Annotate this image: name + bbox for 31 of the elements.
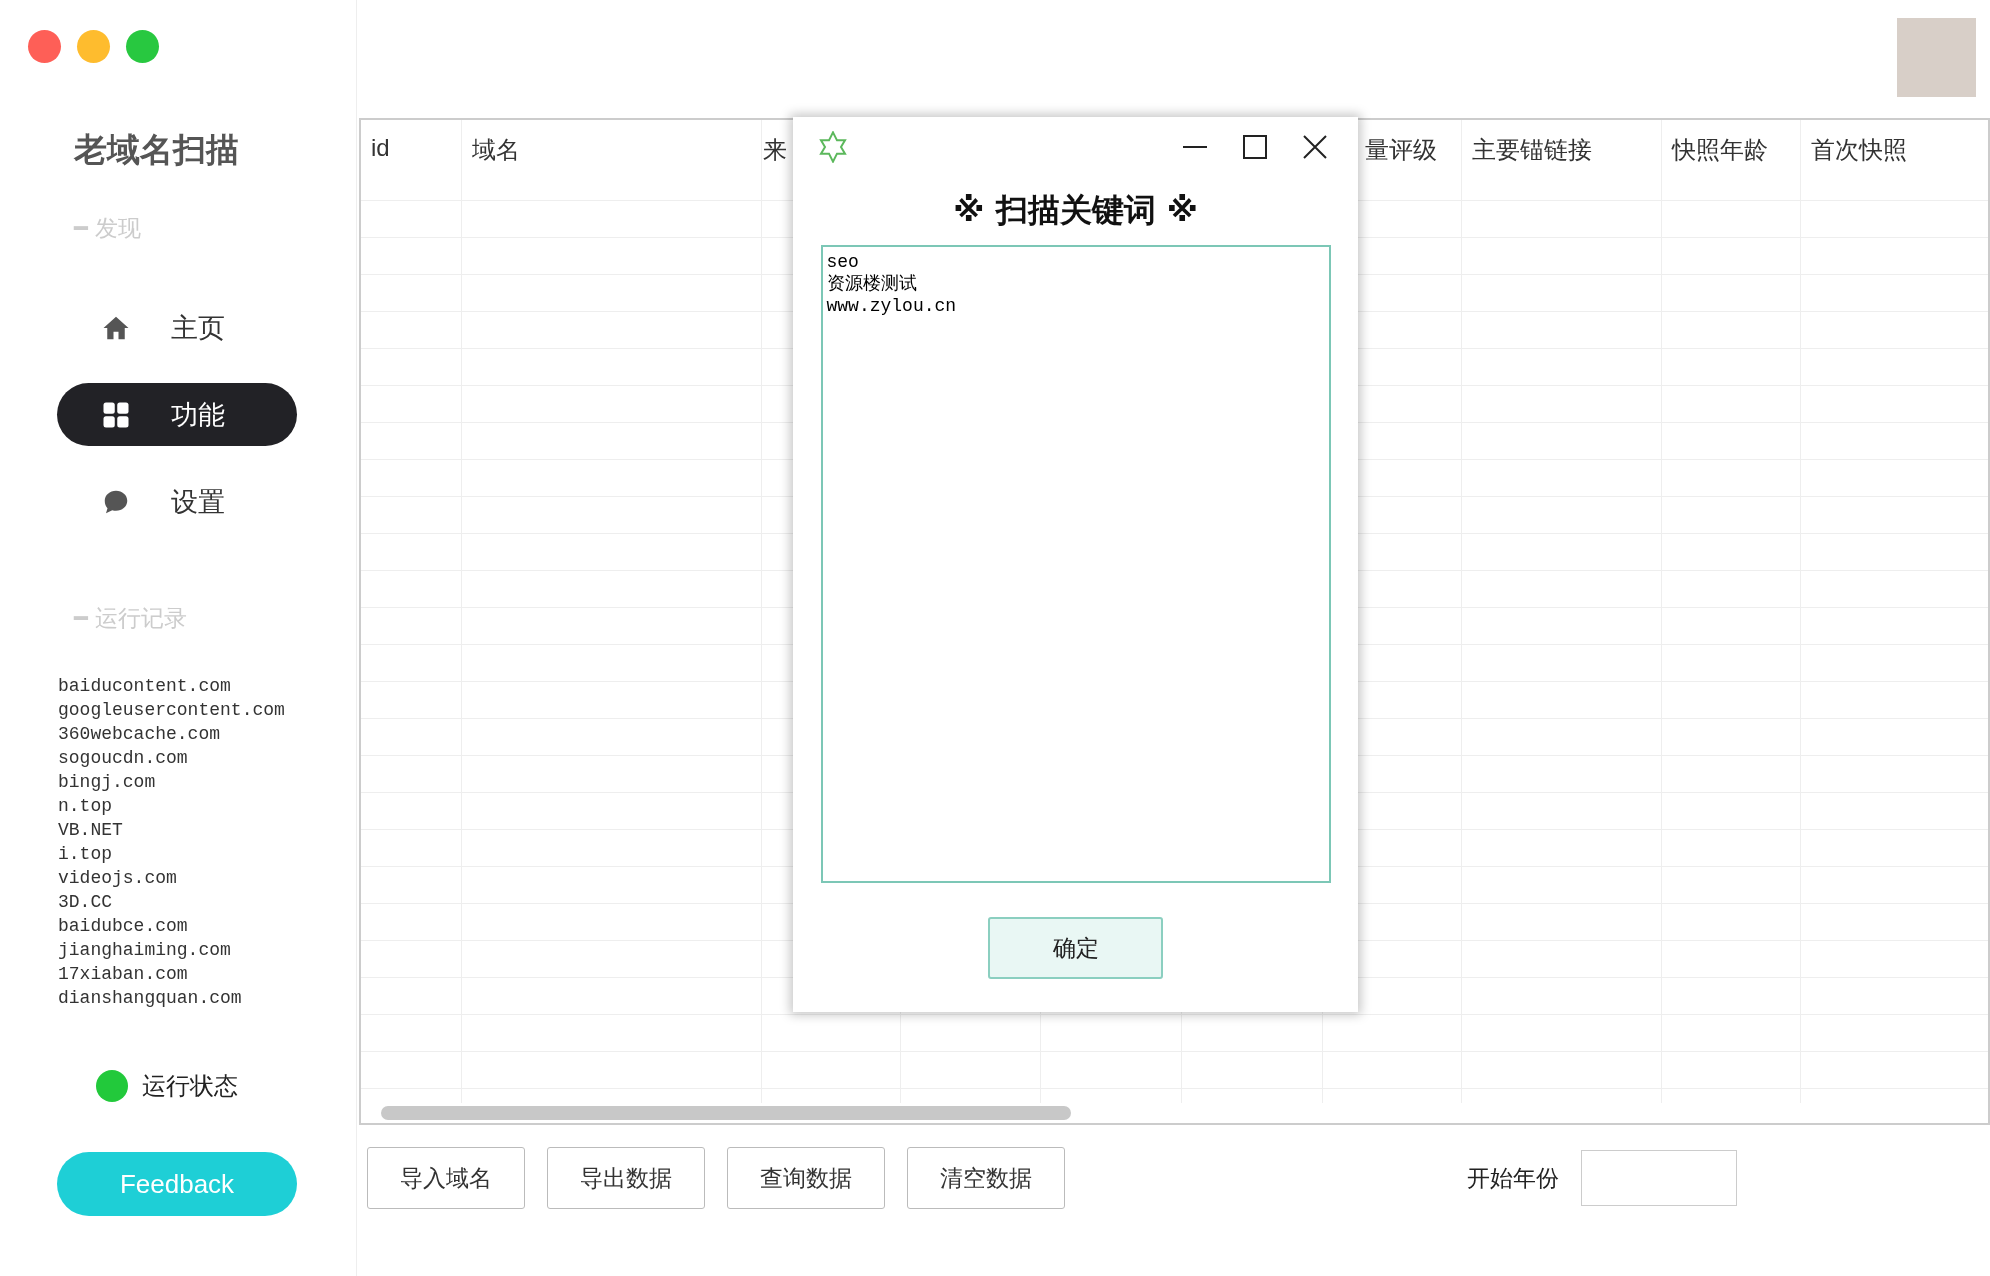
minimize-icon	[1182, 146, 1208, 148]
close-light[interactable]	[28, 30, 61, 63]
column-header: 首次快照	[1801, 120, 1988, 200]
dialog-title: ※ 扫描关键词 ※	[953, 190, 1198, 231]
start-year-field[interactable]	[1581, 1150, 1737, 1206]
status-label: 运行状态	[142, 1071, 238, 1102]
zoom-light[interactable]	[126, 30, 159, 63]
keywords-field[interactable]: seo 资源楼测试 www.zylou.cn	[820, 245, 1331, 883]
maximize-button[interactable]	[1242, 134, 1268, 160]
close-button[interactable]	[1302, 134, 1328, 160]
log-list: baiducontent.com googleusercontent.com 360webcache.com sogoucdn.com bingj.com n.top VB.NET i.top videojs.com 3D.CC baidubce.com jianghaiming.com 17xiaban.com dianshangquan.com	[58, 674, 356, 1010]
minimize-light[interactable]	[77, 30, 110, 63]
star-icon	[817, 131, 849, 163]
nav-item[interactable]: 主页	[57, 296, 297, 359]
app-title: 老域名扫描	[74, 129, 240, 171]
column-header: id	[361, 120, 462, 200]
column-header: 主要锚链接	[1462, 120, 1662, 200]
close-icon	[1302, 134, 1328, 160]
scrollbar-thumb[interactable]	[381, 1106, 1071, 1120]
nav-item[interactable]: 设置	[57, 470, 297, 533]
minimize-button[interactable]	[1182, 146, 1208, 148]
toolbar-button[interactable]: 导入域名	[367, 1147, 525, 1209]
column-header: 域名	[462, 120, 762, 200]
maximize-icon	[1242, 134, 1268, 160]
toolbar-button[interactable]: 查询数据	[727, 1147, 885, 1209]
confirm-button[interactable]: 确定	[988, 917, 1163, 979]
start-year-label: 开始年份	[1467, 1163, 1559, 1193]
nav-item[interactable]: 功能	[57, 383, 297, 446]
toolbar-button[interactable]: 导出数据	[547, 1147, 705, 1209]
toolbar-button[interactable]: 清空数据	[907, 1147, 1065, 1209]
column-header: 快照年龄	[1662, 120, 1801, 200]
